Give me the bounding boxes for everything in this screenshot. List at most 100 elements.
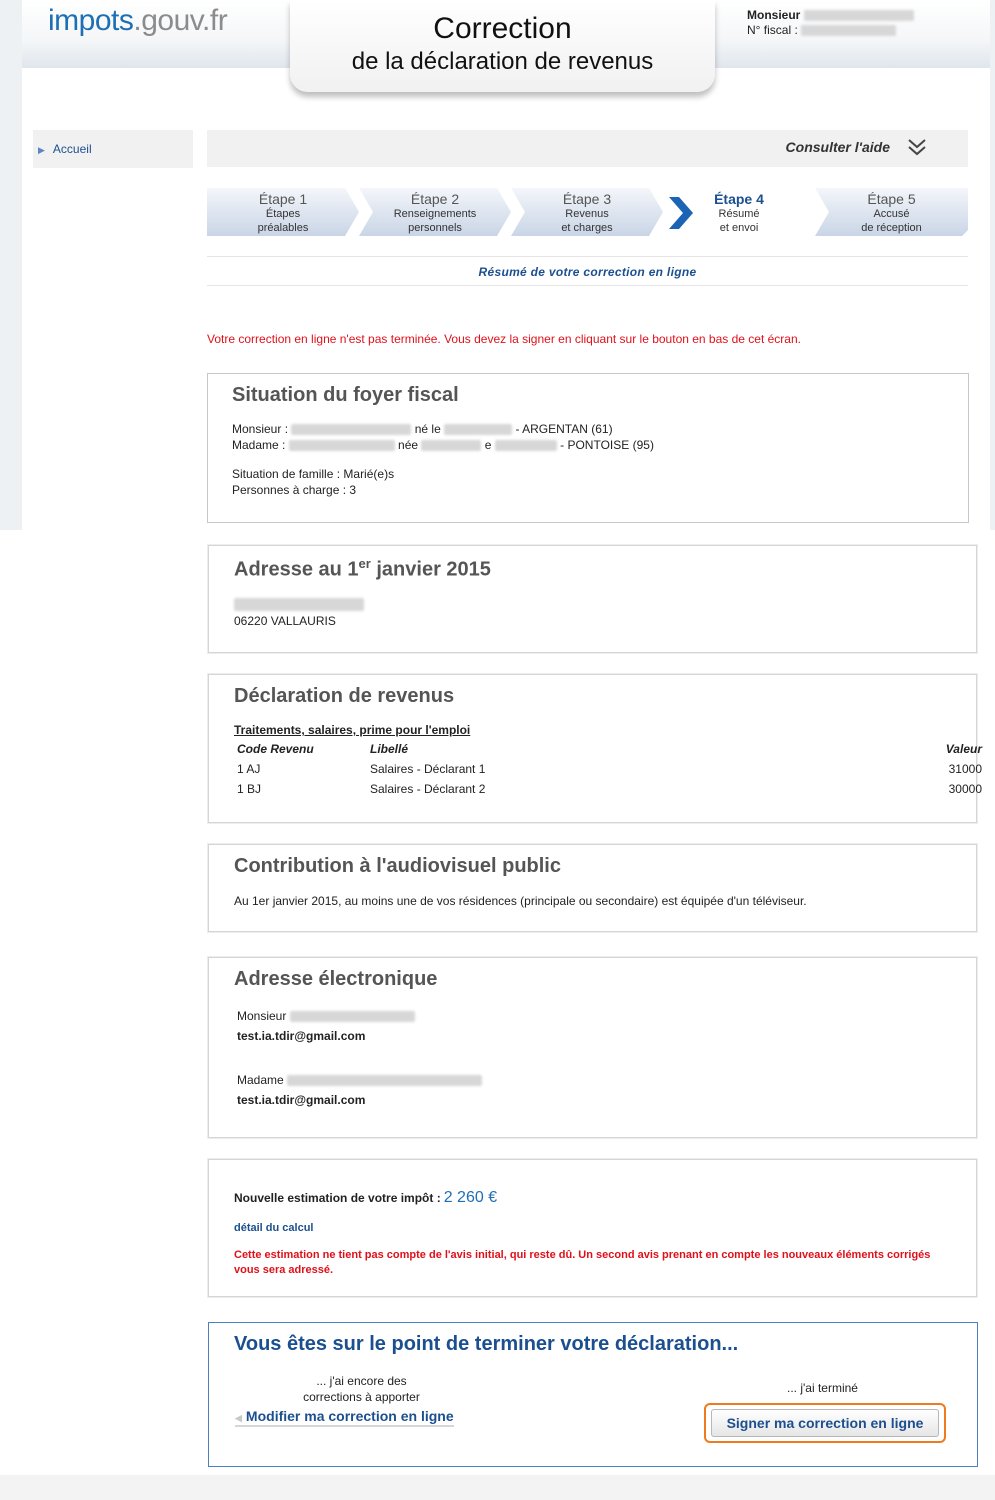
step-3: Étape 3 Revenus et charges bbox=[511, 188, 663, 236]
table-row: 1 AJ Salaires - Déclarant 1 31000 bbox=[237, 759, 982, 779]
step-desc-line1: Étapes bbox=[265, 208, 301, 220]
user-name-label: Monsieur bbox=[747, 8, 801, 22]
monsieur-label: Monsieur : bbox=[232, 422, 289, 436]
redacted-user-name bbox=[803, 10, 914, 22]
estimation-line: Nouvelle estimation de votre impôt :2 26… bbox=[234, 1189, 497, 1207]
help-bar: Consulter l'aide bbox=[207, 130, 968, 167]
name-fragment: e bbox=[484, 438, 492, 452]
site-logo[interactable]: impots.gouv.fr bbox=[48, 4, 228, 38]
address-city: 06220 VALLAURIS bbox=[234, 614, 336, 628]
redacted-name-part bbox=[421, 440, 482, 452]
sign-correction-button[interactable]: Signer ma correction en ligne bbox=[711, 1409, 939, 1437]
address-title-suffix: janvier 2015 bbox=[370, 558, 491, 581]
birth-label: né le bbox=[414, 422, 441, 436]
panel-address: Adresse au 1er janvier 2015 06220 VALLAU… bbox=[208, 545, 977, 653]
step-3-text: Étape 3 Revenus et charges bbox=[511, 191, 663, 235]
step-4-text: Étape 4 Résumé et envoi bbox=[663, 191, 815, 235]
step-2: Étape 2 Renseignements personnels bbox=[359, 188, 511, 236]
income-label: Salaires - Déclarant 1 bbox=[370, 762, 486, 776]
step-2-text: Étape 2 Renseignements personnels bbox=[359, 191, 511, 235]
redacted-name bbox=[287, 1075, 483, 1087]
step-desc-line2: et charges bbox=[561, 222, 613, 234]
income-label: Salaires - Déclarant 2 bbox=[370, 782, 486, 796]
panel-title: Adresse électronique bbox=[234, 968, 438, 990]
panel-title: Contribution à l'audiovisuel public bbox=[234, 855, 561, 877]
panel-email: Adresse électronique Monsieur test.ia.td… bbox=[208, 957, 977, 1138]
page-background-bottom bbox=[0, 1475, 995, 1500]
income-section-heading: Traitements, salaires, prime pour l'empl… bbox=[234, 723, 471, 737]
birth-label: née bbox=[398, 438, 419, 452]
modify-correction-link[interactable]: ◀ Modifier ma correction en ligne bbox=[235, 1408, 454, 1427]
detail-calcul-link[interactable]: détail du calcul bbox=[234, 1222, 313, 1234]
help-link[interactable]: Consulter l'aide bbox=[786, 139, 890, 155]
redacted-date bbox=[494, 440, 557, 452]
birth-place: - PONTOISE (95) bbox=[560, 438, 654, 452]
email-madame: test.ia.tdir@gmail.com bbox=[237, 1093, 366, 1107]
panel-estimation: Nouvelle estimation de votre impôt :2 26… bbox=[208, 1159, 977, 1297]
header-code: Code Revenu bbox=[237, 742, 314, 756]
address-title-prefix: Adresse au 1 bbox=[234, 558, 359, 581]
sign-button-highlight: Signer ma correction en ligne bbox=[704, 1403, 946, 1443]
triangle-left-icon: ◀ bbox=[235, 1413, 242, 1423]
panel-title: Adresse au 1er janvier 2015 bbox=[234, 556, 491, 582]
double-chevron-down-icon[interactable] bbox=[906, 135, 928, 159]
estimation-value: 2 260 € bbox=[443, 1189, 498, 1206]
table-row: 1 BJ Salaires - Déclarant 2 30000 bbox=[237, 779, 982, 799]
email-monsieur-line: Monsieur bbox=[237, 1009, 415, 1023]
step-1: Étape 1 Étapes préalables bbox=[207, 188, 359, 236]
email-madame-line: Madame bbox=[237, 1073, 483, 1087]
income-value: 30000 bbox=[948, 782, 982, 796]
page-background-right bbox=[990, 0, 995, 530]
step-desc-line1: Renseignements bbox=[393, 208, 477, 220]
madame-label: Madame bbox=[237, 1073, 284, 1087]
page-title-tab: Correction de la déclaration de revenus bbox=[290, 0, 715, 92]
monsieur-line: Monsieur : né le - ARGENTAN (61) bbox=[232, 422, 613, 436]
step-1-text: Étape 1 Étapes préalables bbox=[207, 191, 359, 235]
step-desc-line1: Revenus bbox=[565, 208, 609, 220]
monsieur-label: Monsieur bbox=[237, 1009, 287, 1023]
income-code: 1 BJ bbox=[237, 782, 262, 796]
income-code: 1 AJ bbox=[237, 762, 261, 776]
unsigned-warning: Votre correction en ligne n'est pas term… bbox=[207, 332, 801, 346]
redacted-name bbox=[289, 1011, 415, 1023]
step-desc-line1: Accusé bbox=[873, 208, 910, 220]
step-number: Étape 1 bbox=[258, 191, 308, 207]
table-header-row: Code Revenu Libellé Valeur bbox=[237, 740, 982, 759]
step-number: Étape 5 bbox=[867, 191, 916, 207]
madame-label: Madame : bbox=[232, 438, 286, 452]
panel-title: Situation du foyer fiscal bbox=[232, 384, 459, 406]
estimation-label: Nouvelle estimation de votre impôt : bbox=[234, 1191, 441, 1205]
progress-steps: Étape 1 Étapes préalables Étape 2 Rensei… bbox=[207, 188, 968, 238]
sidebar-item-accueil[interactable]: ▶ Accueil bbox=[38, 142, 92, 156]
panel-audiovisuel: Contribution à l'audiovisuel public Au 1… bbox=[208, 844, 977, 932]
income-value: 31000 bbox=[948, 762, 982, 776]
step-desc-line2: personnels bbox=[408, 222, 462, 234]
birth-place: - ARGENTAN (61) bbox=[515, 422, 613, 436]
finish-section: Vous êtes sur le point de terminer votre… bbox=[208, 1322, 978, 1467]
page-background-left bbox=[0, 0, 22, 530]
step-5-text: Étape 5 Accusé de réception bbox=[815, 191, 968, 235]
summary-heading: Résumé de votre correction en ligne bbox=[207, 256, 968, 286]
logo-part-impots: impots bbox=[48, 4, 134, 37]
panel-declaration: Déclaration de revenus Traitements, sala… bbox=[208, 674, 982, 823]
panel-title: Déclaration de revenus bbox=[234, 685, 455, 707]
logo-part-domain: .gouv.fr bbox=[133, 4, 228, 37]
step-desc-line2: de réception bbox=[861, 222, 922, 234]
header-label: Libellé bbox=[370, 742, 409, 756]
done-text: ... j'ai terminé bbox=[787, 1381, 858, 1395]
modify-link-label: Modifier ma correction en ligne bbox=[245, 1408, 454, 1424]
email-monsieur: test.ia.tdir@gmail.com bbox=[237, 1029, 366, 1043]
audiovisuel-text: Au 1er janvier 2015, au moins une de vos… bbox=[234, 894, 807, 908]
step-desc-line2: préalables bbox=[257, 222, 309, 234]
step-5: Étape 5 Accusé de réception bbox=[815, 188, 968, 236]
fiscal-number-label: N° fiscal : bbox=[747, 23, 798, 37]
madame-line: Madame : née e - PONTOISE (95) bbox=[232, 438, 654, 452]
redacted-date bbox=[444, 424, 513, 436]
address-title-sup: er bbox=[358, 556, 371, 571]
family-situation: Situation de famille : Marié(e)s bbox=[232, 467, 395, 481]
step-desc-line1: Résumé bbox=[718, 208, 760, 220]
step-desc-line2: et envoi bbox=[719, 222, 759, 234]
sidebar-item-label: Accueil bbox=[52, 142, 92, 156]
estimation-warning: Cette estimation ne tient pas compte de … bbox=[234, 1249, 931, 1276]
sidebar: ▶ Accueil bbox=[33, 130, 193, 168]
